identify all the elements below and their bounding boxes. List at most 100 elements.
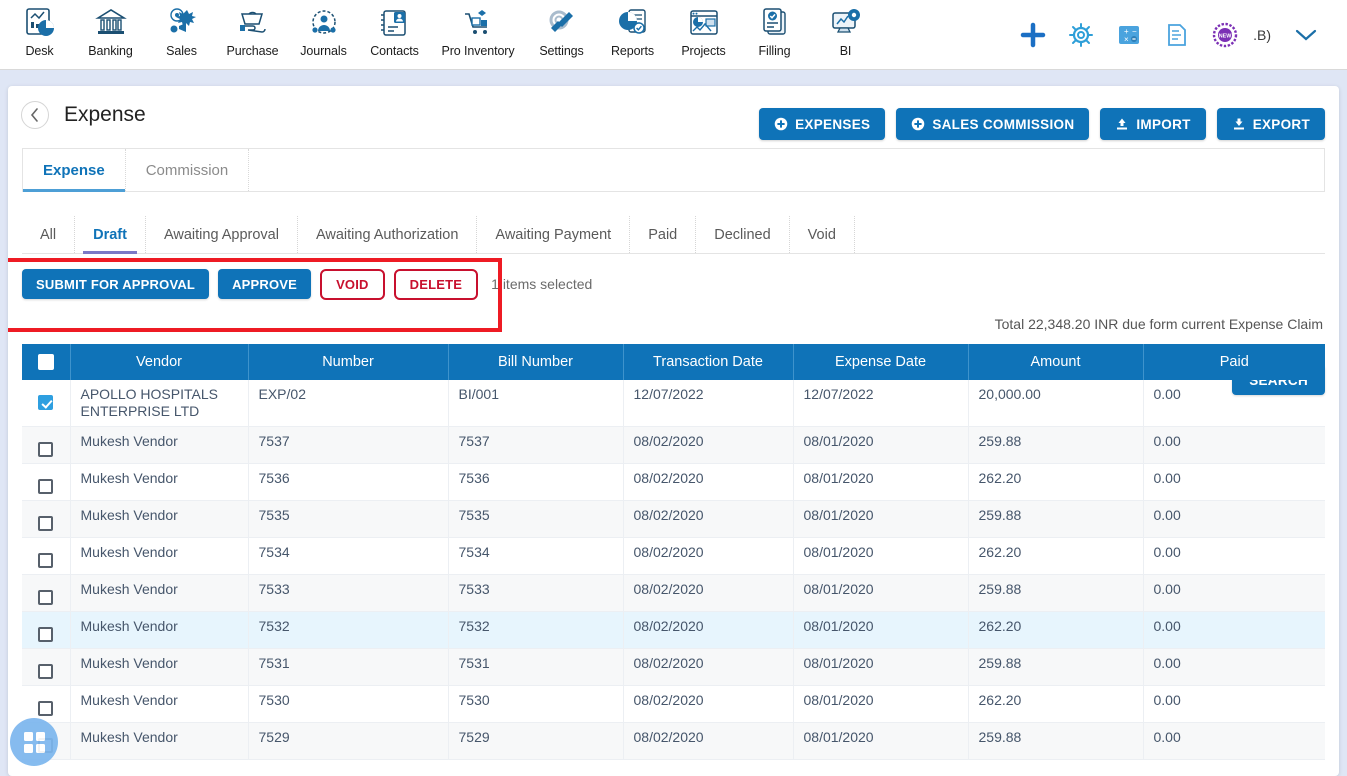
nav-item-journals[interactable]: Journals bbox=[288, 0, 359, 58]
table-row[interactable]: Mukesh Vendor 7529 7529 08/02/2020 08/01/202… bbox=[22, 722, 1325, 760]
cell-vendor: Mukesh Vendor bbox=[70, 648, 249, 686]
table-row[interactable]: Mukesh Vendor 7533 7533 08/02/2020 08/01/202… bbox=[22, 574, 1325, 612]
nav-item-projects[interactable]: Projects bbox=[668, 0, 739, 58]
svg-text:−: − bbox=[1132, 27, 1137, 36]
nav-item-settings[interactable]: Settings bbox=[526, 0, 597, 58]
filter-tab-label: Awaiting Approval bbox=[163, 226, 279, 243]
nav-item-pro-inventory[interactable]: Pro Inventory bbox=[430, 0, 526, 58]
row-select-cell[interactable] bbox=[22, 426, 71, 464]
void-button[interactable]: VOID bbox=[320, 268, 385, 300]
column-header-paid[interactable]: Paid bbox=[1143, 344, 1325, 380]
nav-item-reports[interactable]: Reports bbox=[597, 0, 668, 58]
row-checkbox[interactable] bbox=[38, 664, 54, 679]
filter-tab-void[interactable]: Void bbox=[790, 216, 855, 253]
filter-tab-label: Void bbox=[807, 226, 836, 243]
table-row[interactable]: Mukesh Vendor 7535 7535 08/02/2020 08/01/202… bbox=[22, 500, 1325, 538]
delete-button[interactable]: DELETE bbox=[393, 268, 479, 300]
row-checkbox[interactable] bbox=[38, 442, 54, 457]
add-plus-icon[interactable] bbox=[1009, 14, 1057, 56]
row-select-cell[interactable] bbox=[22, 685, 71, 723]
top-nav-items: Desk Banking Sales Purchase Journals Con… bbox=[0, 0, 881, 58]
nav-item-filling[interactable]: Filling bbox=[739, 0, 810, 58]
sales-commission-button[interactable]: SALES COMMISSION bbox=[896, 108, 1090, 140]
filter-tab-draft[interactable]: Draft bbox=[75, 216, 146, 254]
row-select-cell[interactable] bbox=[22, 500, 71, 538]
calculator-icon[interactable]: + − × bbox=[1105, 14, 1153, 56]
table-row[interactable]: Mukesh Vendor 7531 7531 08/02/2020 08/01/202… bbox=[22, 648, 1325, 686]
row-checkbox[interactable] bbox=[38, 590, 54, 605]
table-row[interactable]: Mukesh Vendor 7532 7532 08/02/2020 08/01/202… bbox=[22, 611, 1325, 649]
filter-tab-paid[interactable]: Paid bbox=[630, 216, 697, 253]
cell-amount: 262.20 bbox=[968, 611, 1144, 649]
export-button[interactable]: EXPORT bbox=[1216, 108, 1325, 140]
top-nav-right-actions: + − × NEW .B) bbox=[1009, 0, 1347, 70]
chevron-down-icon[interactable] bbox=[1279, 28, 1333, 42]
row-select-cell[interactable] bbox=[22, 574, 71, 612]
cell-number: 7532 bbox=[248, 611, 449, 649]
import-button[interactable]: IMPORT bbox=[1100, 108, 1206, 140]
expenses-button[interactable]: EXPENSES bbox=[759, 108, 886, 140]
column-header-bill-number[interactable]: Bill Number bbox=[448, 344, 624, 380]
nav-item-label: BI bbox=[839, 44, 852, 58]
cell-number: 7535 bbox=[248, 500, 449, 538]
row-select-cell[interactable] bbox=[22, 380, 71, 427]
column-header-expense-date[interactable]: Expense Date bbox=[793, 344, 969, 380]
table-row[interactable]: APOLLO HOSPITALS ENTERPRISE LTD EXP/02 BI/… bbox=[22, 380, 1325, 427]
cell-bill-number: 7534 bbox=[448, 537, 624, 575]
gear-icon[interactable] bbox=[1057, 14, 1105, 56]
nav-item-purchase[interactable]: Purchase bbox=[217, 0, 288, 58]
approve-button[interactable]: APPROVE bbox=[218, 269, 312, 299]
import-button-label: IMPORT bbox=[1136, 116, 1191, 132]
row-select-cell[interactable] bbox=[22, 463, 71, 501]
column-header-transaction-date[interactable]: Transaction Date bbox=[623, 344, 794, 380]
column-header-amount[interactable]: Amount bbox=[968, 344, 1144, 380]
plus-circle-icon bbox=[774, 117, 788, 131]
table-row[interactable]: Mukesh Vendor 7537 7537 08/02/2020 08/01/202… bbox=[22, 426, 1325, 464]
cell-transaction-date: 08/02/2020 bbox=[623, 426, 794, 464]
filter-tab-awaiting-approval[interactable]: Awaiting Approval bbox=[146, 216, 298, 253]
cell-vendor: APOLLO HOSPITALS ENTERPRISE LTD bbox=[70, 380, 249, 427]
table-row[interactable]: Mukesh Vendor 7534 7534 08/02/2020 08/01/202… bbox=[22, 537, 1325, 575]
row-checkbox[interactable] bbox=[38, 627, 54, 642]
row-checkbox[interactable] bbox=[38, 516, 54, 531]
filter-tabs-filler bbox=[855, 216, 1325, 253]
nav-item-label: Reports bbox=[610, 44, 655, 58]
filter-tab-declined[interactable]: Declined bbox=[696, 216, 790, 253]
new-badge-icon[interactable]: NEW bbox=[1201, 14, 1249, 56]
filter-tab-all[interactable]: All bbox=[22, 216, 76, 253]
nav-item-sales[interactable]: Sales bbox=[146, 0, 217, 58]
apps-grid-fab-button[interactable] bbox=[10, 718, 58, 766]
row-checkbox[interactable] bbox=[38, 701, 54, 716]
back-chevron-icon[interactable] bbox=[21, 101, 49, 129]
filter-tab-awaiting-payment[interactable]: Awaiting Payment bbox=[477, 216, 631, 253]
cell-number: 7533 bbox=[248, 574, 449, 612]
row-select-cell[interactable] bbox=[22, 611, 71, 649]
expense-table-wrapper[interactable]: Vendor Number Bill Number Transaction Da… bbox=[22, 344, 1325, 764]
nav-item-bi[interactable]: BI bbox=[810, 0, 881, 58]
nav-item-label: Projects bbox=[681, 44, 726, 58]
cell-vendor: Mukesh Vendor bbox=[70, 500, 249, 538]
tab-expense[interactable]: Expense bbox=[23, 149, 126, 192]
table-row[interactable]: Mukesh Vendor 7530 7530 08/02/2020 08/01/202… bbox=[22, 685, 1325, 723]
cell-transaction-date: 08/02/2020 bbox=[623, 685, 794, 723]
select-all-header[interactable] bbox=[22, 344, 71, 380]
document-icon[interactable] bbox=[1153, 14, 1201, 56]
row-checkbox[interactable] bbox=[38, 553, 54, 568]
select-all-checkbox[interactable] bbox=[37, 354, 54, 371]
row-select-cell[interactable] bbox=[22, 537, 71, 575]
column-header-number[interactable]: Number bbox=[248, 344, 449, 380]
row-checkbox[interactable] bbox=[38, 479, 54, 494]
cell-expense-date: 08/01/2020 bbox=[793, 463, 969, 501]
row-select-cell[interactable] bbox=[22, 648, 71, 686]
nav-item-desk[interactable]: Desk bbox=[4, 0, 75, 58]
table-row[interactable]: Mukesh Vendor 7536 7536 08/02/2020 08/01/202… bbox=[22, 463, 1325, 501]
filter-tab-awaiting-authorization[interactable]: Awaiting Authorization bbox=[298, 216, 478, 253]
submit-for-approval-button[interactable]: SUBMIT FOR APPROVAL bbox=[22, 269, 210, 299]
tab-commission[interactable]: Commission bbox=[126, 149, 250, 191]
column-header-vendor[interactable]: Vendor bbox=[70, 344, 249, 380]
svg-text:×: × bbox=[1124, 35, 1129, 44]
cell-transaction-date: 08/02/2020 bbox=[623, 722, 794, 760]
row-checkbox[interactable] bbox=[38, 395, 54, 410]
nav-item-contacts[interactable]: Contacts bbox=[359, 0, 430, 58]
nav-item-banking[interactable]: Banking bbox=[75, 0, 146, 58]
